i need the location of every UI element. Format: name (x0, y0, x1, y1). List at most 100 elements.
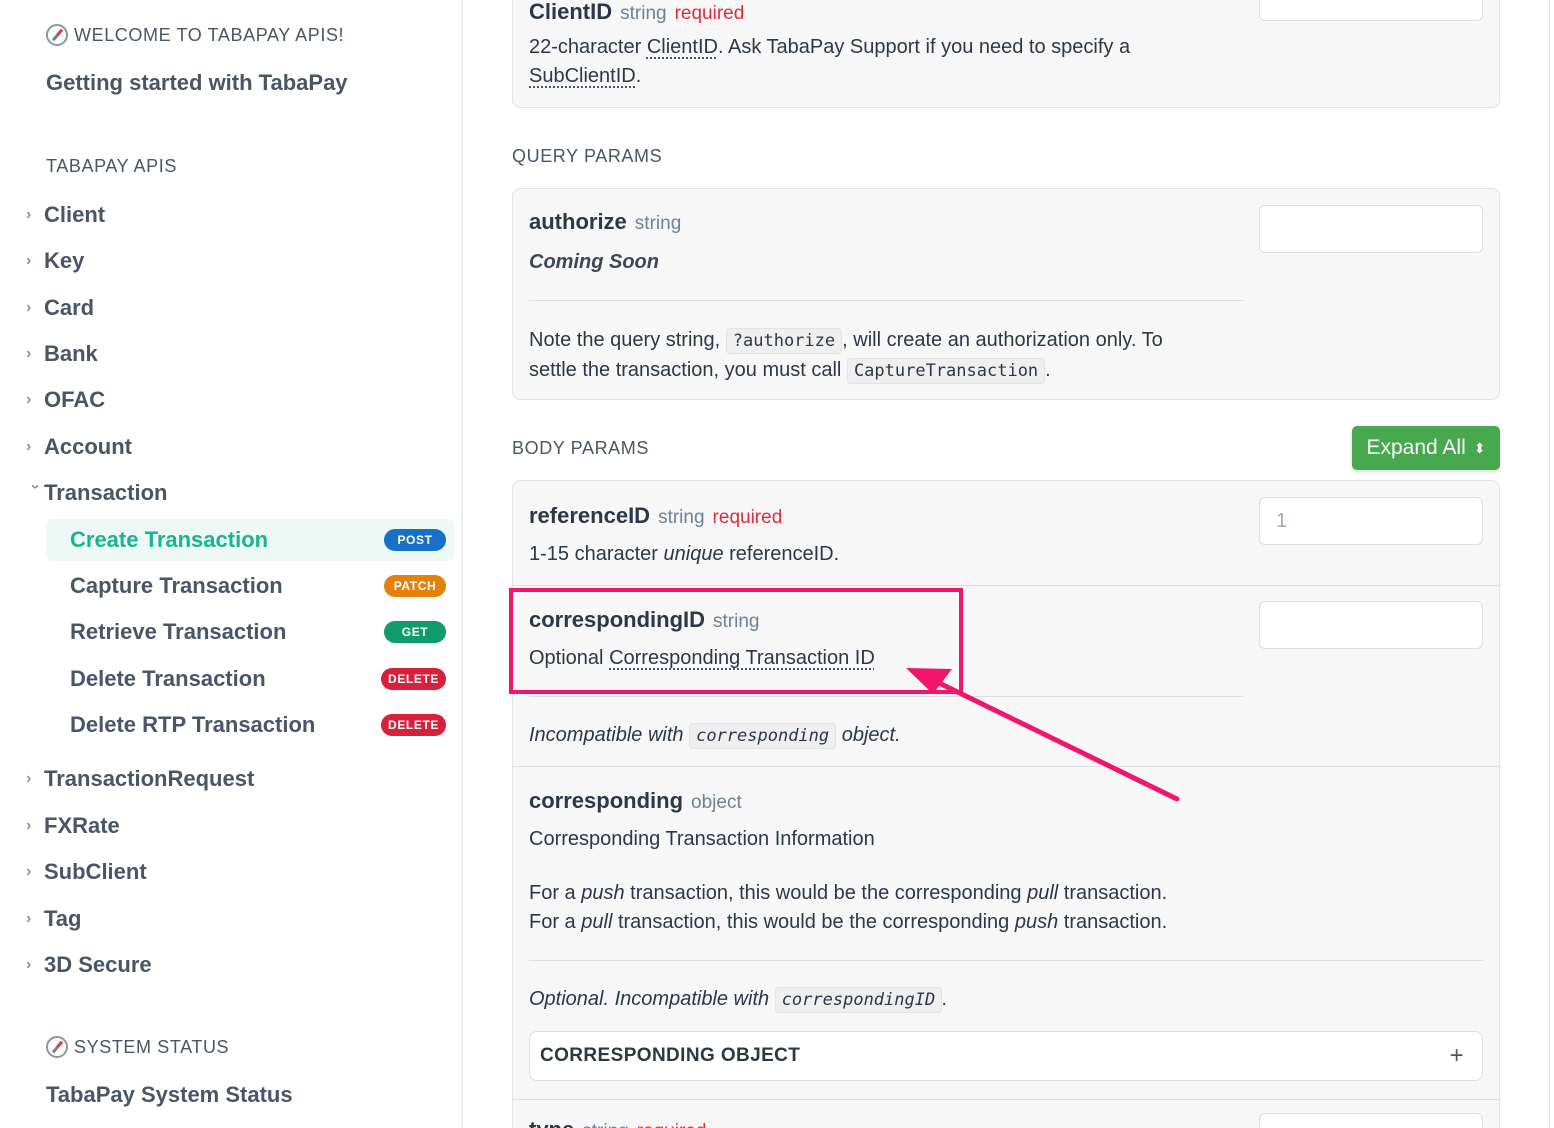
param-name: type (529, 1117, 574, 1128)
sidebar-item-subclient[interactable]: › SubClient (26, 852, 147, 892)
chevron-down-icon: › (27, 484, 44, 490)
system-status-link[interactable]: TabaPay System Status (46, 1082, 293, 1108)
expand-all-label: Expand All (1366, 436, 1466, 459)
sidebar-subitem-label: Delete RTP Transaction (70, 712, 316, 737)
param-description: 1-15 character unique referenceID. (529, 540, 839, 569)
detail-text: For a (529, 882, 582, 904)
corresponding-object-toggle[interactable]: CORRESPONDING OBJECT + (529, 1031, 1483, 1081)
param-description: Corresponding Transaction Information (529, 828, 875, 850)
chevron-right-icon: › (26, 770, 32, 787)
type-input[interactable] (1259, 1113, 1483, 1128)
expand-all-button[interactable]: Expand All ⬍ (1352, 426, 1500, 470)
code-snippet: corresponding (689, 723, 837, 749)
corresponding-object-label: CORRESPONDING OBJECT (540, 1045, 801, 1066)
referenceid-input[interactable]: 1 (1259, 497, 1483, 545)
corresponding-transaction-id-link[interactable]: Corresponding Transaction ID (609, 647, 875, 669)
system-status-heading-text: SYSTEM STATUS (74, 1036, 230, 1057)
param-card-clientid: ClientID string required 22-character Clie… (512, 0, 1500, 108)
desc-text: . (635, 65, 642, 87)
sidebar-item-label: Tag (44, 906, 82, 931)
sidebar-subitem-delete-transaction[interactable]: Delete Transaction DELETE (46, 658, 454, 700)
sidebar-item-bank[interactable]: › Bank (26, 334, 98, 374)
apis-heading: TABAPAY APIS (46, 156, 177, 176)
scrollbar-track[interactable] (1549, 0, 1550, 1128)
detail-text: For a (529, 911, 582, 933)
sidebar-subitem-create-transaction[interactable]: Create Transaction POST (46, 519, 454, 561)
sidebar-item-key[interactable]: › Key (26, 241, 84, 281)
sidebar-subitem-retrieve-transaction[interactable]: Retrieve Transaction GET (46, 611, 454, 653)
detail-text: transaction. (1058, 882, 1168, 904)
authorize-input[interactable] (1259, 205, 1483, 253)
clientid-input[interactable] (1259, 0, 1483, 21)
sidebar-item-label: SubClient (44, 859, 147, 884)
param-required: required (712, 507, 783, 528)
sidebar-item-transaction[interactable]: › Transaction (26, 473, 167, 513)
param-type: string (658, 507, 705, 528)
sidebar-item-label: Bank (44, 341, 98, 366)
compass-icon (46, 1036, 68, 1058)
sidebar-item-label: OFAC (44, 387, 106, 412)
sidebar-item-transactionrequest[interactable]: › TransactionRequest (26, 759, 254, 799)
note-text: Optional. Incompatible with (529, 988, 775, 1010)
chevron-right-icon: › (26, 206, 32, 223)
clientid-link[interactable]: ClientID (647, 36, 718, 58)
param-type: object (691, 792, 742, 813)
param-header: type string required (529, 1117, 706, 1128)
detail-text: transaction, this would be the correspon… (624, 882, 1028, 904)
param-card-authorize: authorize string Coming Soon Note the que… (512, 188, 1500, 400)
chevron-right-icon: › (26, 345, 32, 362)
row-divider (513, 585, 1501, 586)
chevron-right-icon: › (26, 252, 32, 269)
sidebar-subitem-label: Capture Transaction (70, 573, 283, 598)
param-header: correspondingID string (529, 607, 759, 633)
method-badge: POST (384, 529, 446, 551)
subclientid-link[interactable]: SubClientID (529, 65, 636, 87)
sidebar-item-account[interactable]: › Account (26, 427, 132, 467)
sidebar-item-tag[interactable]: › Tag (26, 899, 81, 939)
body-params-card: referenceID string required 1-15 character… (512, 480, 1501, 1128)
detail-text: transaction, this would be the correspon… (612, 911, 1015, 933)
chevron-right-icon: › (26, 863, 32, 880)
code-snippet: ?authorize (725, 328, 843, 354)
sidebar-item-label: TransactionRequest (44, 766, 255, 791)
divider (529, 300, 1243, 301)
detail-italic: push (1014, 911, 1059, 933)
note-text: Incompatible with (529, 724, 690, 746)
main-content: ClientID string required 22-character Clie… (464, 0, 1554, 1128)
sidebar-item-client[interactable]: › Client (26, 195, 105, 235)
method-badge: GET (384, 621, 446, 643)
note-text: . (942, 988, 948, 1010)
param-header: corresponding object (529, 788, 742, 814)
desc-italic: unique (663, 543, 724, 565)
welcome-heading-text: WELCOME TO TABAPAY APIS! (74, 24, 345, 45)
sidebar-item-fxrate[interactable]: › FXRate (26, 806, 120, 846)
param-type: string (713, 611, 760, 632)
param-header: ClientID string required (529, 0, 744, 25)
system-status-heading: SYSTEM STATUS (46, 1036, 229, 1058)
query-params-title: QUERY PARAMS (512, 146, 663, 166)
divider (529, 960, 1483, 961)
sidebar-item-ofac[interactable]: › OFAC (26, 380, 105, 420)
sidebar-item-card[interactable]: › Card (26, 288, 94, 328)
param-description: 22-character ClientID. Ask TabaPay Suppo… (529, 33, 1229, 91)
chevron-right-icon: › (26, 391, 32, 408)
chevron-right-icon: › (26, 910, 32, 927)
note-text: . (1045, 359, 1051, 381)
param-type: string (582, 1121, 628, 1128)
sidebar-subitem-capture-transaction[interactable]: Capture Transaction PATCH (46, 565, 454, 607)
sidebar-item-label: Key (44, 248, 85, 273)
chevron-right-icon: › (26, 817, 32, 834)
param-required: required (637, 1121, 707, 1128)
detail-italic: push (581, 882, 625, 904)
getting-started-link[interactable]: Getting started with TabaPay (46, 70, 348, 96)
correspondingid-input[interactable] (1259, 601, 1483, 649)
sidebar-subitem-delete-rtp-transaction[interactable]: Delete RTP Transaction DELETE (46, 704, 454, 746)
param-name: referenceID (529, 503, 651, 528)
param-header: referenceID string required (529, 503, 782, 529)
sidebar-item-3d-secure[interactable]: › 3D Secure (26, 945, 152, 985)
referenceid-placeholder: 1 (1276, 509, 1288, 532)
detail-italic: pull (581, 911, 613, 933)
desc-text: . Ask TabaPay Support if you need to spe… (717, 36, 1131, 58)
desc-text: 22-character (529, 36, 647, 58)
note-text: object. (836, 724, 901, 746)
